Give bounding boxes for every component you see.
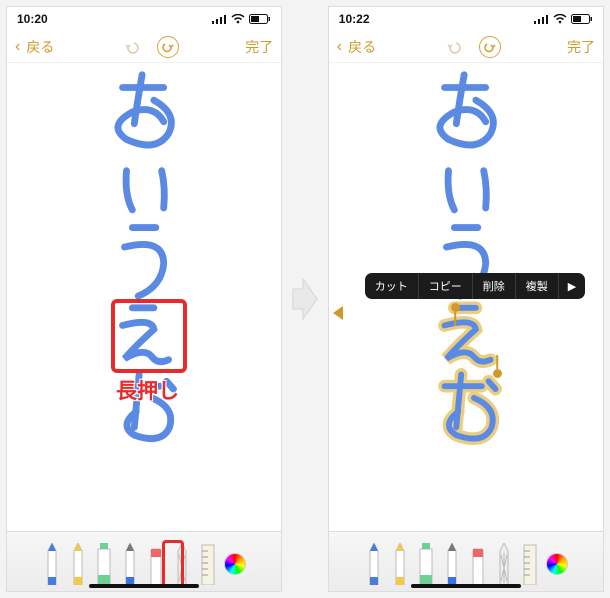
tool-pencil[interactable] [442, 541, 462, 585]
nav-bar: ‹ 戻る 完了 [329, 31, 603, 63]
menu-duplicate[interactable]: 複製 [516, 273, 559, 299]
back-label: 戻る [26, 37, 54, 57]
handwriting-strokes [7, 63, 281, 531]
cellular-icon [212, 14, 227, 24]
nav-bar: ‹ 戻る 完了 [7, 31, 281, 63]
tool-highlighter[interactable] [94, 541, 114, 585]
tool-ruler[interactable] [520, 541, 540, 585]
drawing-canvas[interactable]: 長押し [7, 63, 281, 531]
context-menu: カット コピー 削除 複製 ▶ [365, 273, 585, 299]
status-icons [534, 14, 593, 24]
status-icons [212, 14, 271, 24]
done-label: 完了 [245, 37, 273, 57]
done-button[interactable]: 完了 [245, 37, 273, 57]
undo-button[interactable] [121, 36, 143, 58]
tool-pen-yellow[interactable] [68, 541, 88, 585]
tool-highlighter[interactable] [416, 541, 436, 585]
color-picker[interactable] [546, 553, 568, 575]
done-label: 完了 [567, 37, 595, 57]
tool-pen-blue[interactable] [364, 541, 384, 585]
drawing-toolbar [329, 531, 603, 591]
tool-pen-yellow[interactable] [390, 541, 410, 585]
home-indicator[interactable] [89, 584, 199, 588]
highlight-label: 長押し [116, 375, 179, 405]
done-button[interactable]: 完了 [567, 37, 595, 57]
tool-eraser[interactable] [468, 541, 488, 585]
phone-right: 10:22 ‹ 戻る [328, 6, 604, 592]
redo-button[interactable] [479, 36, 501, 58]
cellular-icon [534, 14, 549, 24]
phone-left: 10:20 ‹ 戻る [6, 6, 282, 592]
home-indicator[interactable] [411, 584, 521, 588]
highlight-box [111, 299, 187, 373]
redo-button[interactable] [157, 36, 179, 58]
tool-pen-blue[interactable] [42, 541, 62, 585]
drawing-toolbar [7, 531, 281, 591]
clock: 10:22 [339, 12, 370, 26]
highlight-tool-box [162, 540, 184, 588]
wifi-icon [231, 14, 245, 24]
chevron-left-icon: ‹ [15, 39, 20, 55]
transition-arrow-icon [290, 269, 320, 329]
menu-delete[interactable]: 削除 [473, 273, 516, 299]
undo-button[interactable] [443, 36, 465, 58]
color-picker[interactable] [224, 553, 246, 575]
status-bar: 10:22 [329, 7, 603, 31]
tool-lasso[interactable] [494, 541, 514, 585]
menu-cut[interactable]: カット [365, 273, 419, 299]
selection-caret-icon[interactable] [333, 306, 343, 320]
menu-copy[interactable]: コピー [419, 273, 473, 299]
clock: 10:20 [17, 12, 48, 26]
wifi-icon [553, 14, 567, 24]
chevron-left-icon: ‹ [337, 39, 342, 55]
status-bar: 10:20 [7, 7, 281, 31]
tool-ruler[interactable] [198, 541, 218, 585]
selection-handle-start[interactable] [451, 303, 460, 312]
selection-handle-end[interactable] [493, 369, 502, 378]
drawing-canvas[interactable]: カット コピー 削除 複製 ▶ [329, 63, 603, 531]
battery-icon [249, 14, 271, 24]
back-label: 戻る [348, 37, 376, 57]
battery-icon [571, 14, 593, 24]
back-button[interactable]: ‹ 戻る [337, 37, 376, 57]
back-button[interactable]: ‹ 戻る [15, 37, 54, 57]
tool-pencil[interactable] [120, 541, 140, 585]
menu-more[interactable]: ▶ [559, 273, 585, 299]
